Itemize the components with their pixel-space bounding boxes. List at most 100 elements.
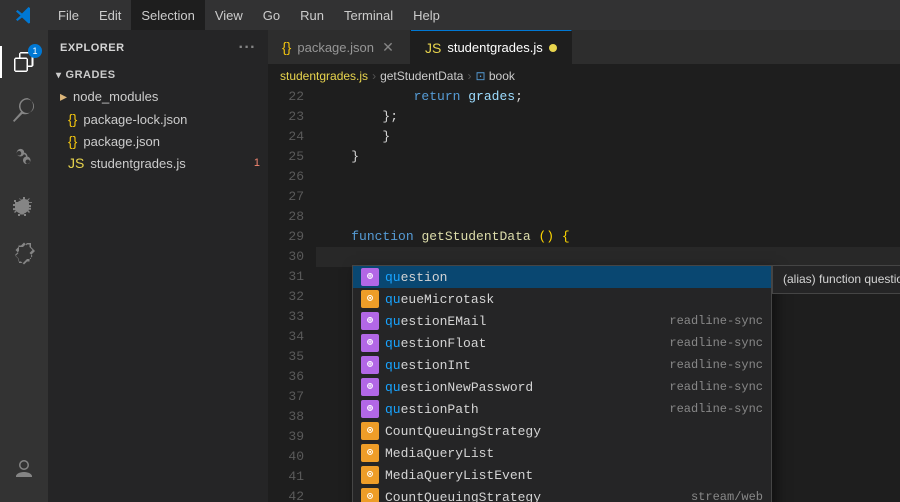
sidebar-item-studentgrades[interactable]: JS studentgrades.js 1 xyxy=(48,152,268,174)
folder-name: GRADES xyxy=(66,69,116,81)
code-line: }; xyxy=(316,107,900,127)
sidebar-item-package-lock[interactable]: {} package-lock.json xyxy=(48,108,268,130)
alias-icon: ⊕ xyxy=(361,378,379,396)
autocomplete-item[interactable]: ⊕ questionFloat readline-sync xyxy=(353,332,771,354)
breadcrumb: studentgrades.js › getStudentData › ⊡ bo… xyxy=(268,65,900,87)
activity-extensions[interactable] xyxy=(0,230,48,278)
alias-icon: ⊕ xyxy=(361,268,379,286)
explorer-badge: 1 xyxy=(28,44,42,58)
class-icon: ⊙ xyxy=(361,444,379,462)
autocomplete-item[interactable]: ⊙ CountQueuingStrategy xyxy=(353,420,771,442)
alias-icon: ⊕ xyxy=(361,312,379,330)
code-line: return grades; xyxy=(316,87,900,107)
alias-icon: ⊕ xyxy=(361,334,379,352)
ac-source: readline-sync xyxy=(649,336,763,350)
menu-selection[interactable]: Selection xyxy=(131,0,204,30)
breadcrumb-var: ⊡ book xyxy=(475,69,514,83)
menu-help[interactable]: Help xyxy=(403,0,450,30)
breadcrumb-file: studentgrades.js xyxy=(280,69,368,83)
js-tab-icon: JS xyxy=(425,40,441,56)
ac-source: readline-sync xyxy=(649,314,763,328)
menu-edit[interactable]: Edit xyxy=(89,0,131,30)
autocomplete-item[interactable]: ⊙ CountQueuingStrategy stream/web xyxy=(353,486,771,502)
tab-close-icon[interactable]: ✕ xyxy=(380,39,396,55)
detail-text: (alias) function question(query?: any, o… xyxy=(783,272,900,286)
tab-package-json[interactable]: {} package.json ✕ xyxy=(268,30,411,64)
ac-label: questionFloat xyxy=(385,336,649,351)
autocomplete-item[interactable]: ⊙ MediaQueryListEvent xyxy=(353,464,771,486)
class-icon: ⊙ xyxy=(361,422,379,440)
tab-label: studentgrades.js xyxy=(447,40,542,55)
ac-source: stream/web xyxy=(671,490,763,502)
code-line xyxy=(316,167,900,187)
autocomplete-item[interactable]: ⊙ MediaQueryList xyxy=(353,442,771,464)
json-icon: {} xyxy=(68,133,77,149)
file-label: package.json xyxy=(83,134,160,149)
autocomplete-item[interactable]: ⊕ question xyxy=(353,266,771,288)
ac-label: questionPath xyxy=(385,402,649,417)
activity-bar: 1 xyxy=(0,30,48,502)
code-line: function getStudentData () { xyxy=(316,227,900,247)
main-area: 1 EX xyxy=(0,30,900,502)
activity-explorer[interactable]: 1 xyxy=(0,38,48,86)
autocomplete-detail: (alias) function question(query?: any, o… xyxy=(772,265,900,294)
ac-source: readline-sync xyxy=(649,358,763,372)
ac-label: CountQueuingStrategy xyxy=(385,490,671,502)
activity-account[interactable] xyxy=(0,446,48,494)
ac-label: CountQueuingStrategy xyxy=(385,424,763,439)
ac-label: MediaQueryList xyxy=(385,446,763,461)
folder-grades[interactable]: ▾ GRADES xyxy=(48,65,268,85)
tab-label: package.json xyxy=(297,40,374,55)
tab-studentgrades[interactable]: JS studentgrades.js xyxy=(411,30,572,64)
alias-icon: ⊕ xyxy=(361,400,379,418)
breadcrumb-sep1: › xyxy=(372,69,376,83)
autocomplete-item[interactable]: ⊙ queueMicrotask xyxy=(353,288,771,310)
file-label: node_modules xyxy=(73,89,158,104)
file-label: studentgrades.js xyxy=(90,156,185,171)
sidebar-title: EXPLORER xyxy=(60,42,125,54)
code-line xyxy=(316,187,900,207)
code-line-active: 💡 let book = qu xyxy=(316,247,900,267)
autocomplete-item[interactable]: ⊕ questionNewPassword readline-sync xyxy=(353,376,771,398)
modified-dot xyxy=(549,44,557,52)
sidebar-content: ▾ GRADES ▸ node_modules {} package-lock.… xyxy=(48,65,268,502)
vscode-logo xyxy=(0,5,48,25)
menubar: File Edit Selection View Go Run Terminal… xyxy=(0,0,900,30)
ac-label: questionNewPassword xyxy=(385,380,649,395)
line-numbers: 22 23 24 25 26 27 28 29 30 31 32 33 34 3… xyxy=(268,87,316,502)
menu-file[interactable]: File xyxy=(48,0,89,30)
breadcrumb-function: getStudentData xyxy=(380,69,463,83)
tab-bar: {} package.json ✕ JS studentgrades.js xyxy=(268,30,900,65)
class-icon: ⊙ xyxy=(361,290,379,308)
sidebar-actions: ··· xyxy=(239,39,256,57)
code-line xyxy=(316,207,900,227)
ac-label: queueMicrotask xyxy=(385,292,763,307)
menu-items: File Edit Selection View Go Run Terminal… xyxy=(48,0,450,30)
code-editor[interactable]: 22 23 24 25 26 27 28 29 30 31 32 33 34 3… xyxy=(268,87,900,502)
sidebar-item-package-json[interactable]: {} package.json xyxy=(48,130,268,152)
sidebar: EXPLORER ··· ▾ GRADES ▸ node_modules {} … xyxy=(48,30,268,502)
breadcrumb-sep2: › xyxy=(467,69,471,83)
activity-debug[interactable] xyxy=(0,182,48,230)
js-icon: JS xyxy=(68,155,84,171)
autocomplete-item[interactable]: ⊕ questionInt readline-sync xyxy=(353,354,771,376)
activity-source-control[interactable] xyxy=(0,134,48,182)
folder-icon: ▸ xyxy=(60,88,67,105)
sidebar-header: EXPLORER ··· xyxy=(48,30,268,65)
more-actions-icon[interactable]: ··· xyxy=(239,39,256,57)
menu-view[interactable]: View xyxy=(205,0,253,30)
ac-label: questionInt xyxy=(385,358,649,373)
menu-run[interactable]: Run xyxy=(290,0,334,30)
ac-source: readline-sync xyxy=(649,380,763,394)
ac-label: questionEMail xyxy=(385,314,649,329)
menu-terminal[interactable]: Terminal xyxy=(334,0,403,30)
menu-go[interactable]: Go xyxy=(253,0,290,30)
autocomplete-item[interactable]: ⊕ questionPath readline-sync xyxy=(353,398,771,420)
autocomplete-item[interactable]: ⊕ questionEMail readline-sync xyxy=(353,310,771,332)
error-badge: 1 xyxy=(254,157,260,169)
ac-label: MediaQueryListEvent xyxy=(385,468,763,483)
sidebar-item-node-modules[interactable]: ▸ node_modules xyxy=(48,85,268,108)
activity-search[interactable] xyxy=(0,86,48,134)
autocomplete-dropdown: ⊕ question ⊙ queueMicrotask ⊕ questionEM… xyxy=(352,265,772,502)
code-line: } xyxy=(316,147,900,167)
